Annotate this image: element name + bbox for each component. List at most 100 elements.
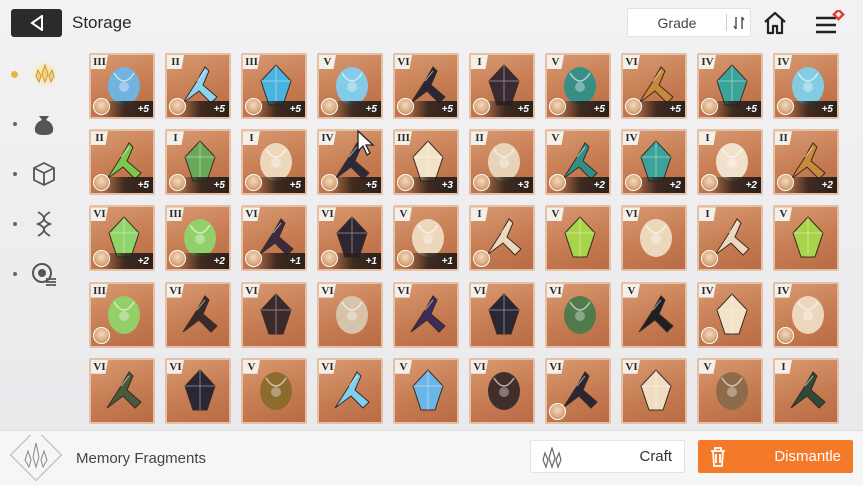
dismantle-button[interactable]: Dismantle [698,440,853,473]
rank-badge: VI [243,207,260,222]
item-slot[interactable]: VI [469,281,535,348]
equipped-character-avatar [93,326,110,344]
rank-badge: V [547,131,564,146]
enhance-level: +5 [821,104,833,115]
item-slot[interactable]: VI +5 [621,53,687,119]
sidebar-item-misc[interactable] [10,254,70,294]
item-slot[interactable]: I [773,357,839,424]
item-slot[interactable]: I +2 [697,129,763,196]
item-slot[interactable]: VI [165,281,231,348]
rank-badge: V [547,207,564,222]
item-slot[interactable]: I [697,205,763,272]
item-slot[interactable]: V +1 [393,205,459,272]
equipped-character-avatar [701,98,718,115]
rank-badge: II [775,131,792,146]
rank-badge: I [699,207,716,222]
rank-badge: VI [167,283,184,298]
rank-badge: V [319,55,336,69]
item-slot[interactable]: VI +2 [89,205,155,272]
item-slot[interactable]: VI [317,357,383,424]
item-slot[interactable]: VI [241,281,307,348]
home-icon[interactable] [762,10,788,41]
sidebar-item-memory-fragments[interactable] [10,54,70,94]
rank-badge: VI [167,359,184,374]
enhance-level: +3 [517,180,529,192]
item-slot[interactable]: V [621,281,687,348]
craft-button[interactable]: Craft [530,440,685,473]
grade-sort-dropdown[interactable]: Grade [627,8,751,37]
item-slot[interactable]: VI [545,281,611,348]
enhance-level: +5 [593,104,605,115]
item-slot[interactable]: V +2 [545,129,611,196]
item-slot[interactable]: I +5 [469,53,535,119]
item-slot[interactable]: V [241,357,307,424]
equipped-character-avatar [701,326,718,344]
item-slot[interactable]: IV +5 [697,53,763,119]
rank-badge: IV [775,55,792,69]
enhance-level: +5 [669,104,681,115]
enhance-level: +1 [365,256,377,268]
item-slot[interactable]: III +5 [89,53,155,119]
item-slot[interactable]: III +2 [165,205,231,272]
enhance-level: +5 [365,180,377,192]
menu-icon[interactable] [814,8,848,43]
enhance-level: +2 [137,256,149,268]
item-slot[interactable]: I +5 [165,129,231,196]
crystal-icon [31,60,59,88]
equipped-character-avatar [625,98,642,115]
item-slot[interactable]: VI [545,357,611,424]
item-slot[interactable]: II +2 [773,129,839,196]
item-slot[interactable]: II +5 [165,53,231,119]
equipped-character-avatar [549,98,566,115]
equipped-character-avatar [169,98,186,115]
item-slot[interactable]: V [697,357,763,424]
item-slot[interactable]: VI [89,357,155,424]
item-slot[interactable]: V [393,357,459,424]
item-slot[interactable]: V +5 [317,53,383,119]
nav-dot [13,172,17,176]
item-slot[interactable]: VI [469,357,535,424]
item-slot[interactable]: III +5 [241,53,307,119]
item-slot[interactable]: VI [165,357,231,424]
sidebar [0,50,80,430]
item-slot[interactable]: II +3 [469,129,535,196]
item-slot[interactable]: V [773,205,839,272]
rank-badge: V [623,283,640,298]
item-slot[interactable]: VI [621,357,687,424]
item-slot[interactable]: I +5 [241,129,307,196]
rank-badge: I [471,55,488,69]
rank-badge: VI [319,359,336,374]
item-slot[interactable]: V +5 [545,53,611,119]
rank-badge: III [243,55,260,69]
memory-fragment-art-icon [410,294,446,333]
memory-fragment-art-icon [564,216,596,258]
rank-badge: V [243,359,260,374]
item-slot[interactable]: VI [621,205,687,272]
item-slot[interactable]: VI [317,281,383,348]
item-slot[interactable]: II +5 [89,129,155,196]
item-slot[interactable]: III +3 [393,129,459,196]
item-slot[interactable]: IV [697,281,763,348]
item-slot[interactable]: IV +5 [773,53,839,119]
rank-badge: V [775,207,792,222]
enhance-level: +5 [213,104,225,115]
item-slot[interactable]: VI +1 [241,205,307,272]
sidebar-item-materials[interactable] [10,104,70,144]
sort-order-icon[interactable] [727,15,750,31]
bottom-bar: Memory Fragments Craft Dismantle [0,428,863,485]
sidebar-item-cubes[interactable] [10,154,70,194]
memory-fragment-art-icon [260,371,292,410]
item-slot[interactable]: VI +5 [393,53,459,119]
item-slot[interactable]: IV [773,281,839,348]
sidebar-item-genes[interactable] [10,204,70,244]
rank-badge: VI [471,283,488,298]
rank-badge: VI [91,359,108,374]
back-button[interactable] [11,9,62,37]
item-slot[interactable]: IV +2 [621,129,687,196]
rank-badge: VI [547,359,564,374]
item-slot[interactable]: I [469,205,535,272]
item-slot[interactable]: III [89,281,155,348]
item-slot[interactable]: V [545,205,611,272]
item-slot[interactable]: VI +1 [317,205,383,272]
item-slot[interactable]: VI [393,281,459,348]
